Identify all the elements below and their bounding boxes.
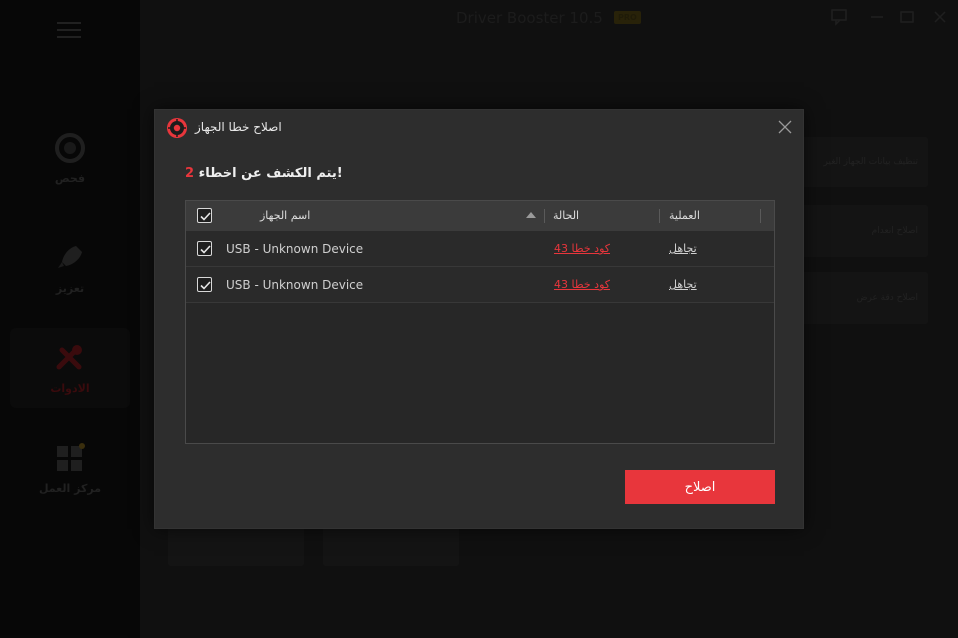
dialog-title: اصلاح خطا الجهاز bbox=[195, 120, 282, 134]
select-all-checkbox[interactable] bbox=[197, 208, 212, 223]
row-checkbox[interactable] bbox=[197, 241, 212, 256]
row-checkbox[interactable] bbox=[197, 277, 212, 292]
column-header-status[interactable]: الحالة bbox=[553, 209, 579, 222]
error-code-link[interactable]: كود خطا 43 bbox=[554, 278, 610, 291]
dialog-header: اصلاح خطا الجهاز bbox=[155, 110, 803, 146]
fix-button[interactable]: اصلاح bbox=[625, 470, 775, 504]
close-icon[interactable] bbox=[777, 119, 793, 135]
detected-errors-heading: !يتم الكشف عن اخطاء 2 bbox=[185, 166, 343, 181]
device-error-table: اسم الجهاز الحالة العملية USB - Unknown … bbox=[185, 200, 775, 444]
detected-errors-count: 2 bbox=[185, 166, 195, 181]
column-header-action[interactable]: العملية bbox=[669, 209, 700, 222]
column-divider bbox=[544, 209, 545, 223]
column-divider bbox=[659, 209, 660, 223]
column-divider bbox=[760, 209, 761, 223]
ignore-link[interactable]: تجاهل bbox=[669, 242, 697, 255]
detected-errors-text: !يتم الكشف عن اخطاء bbox=[198, 166, 343, 181]
sort-ascending-icon[interactable] bbox=[526, 212, 536, 218]
driver-booster-logo-icon bbox=[166, 117, 188, 139]
error-code-link[interactable]: كود خطا 43 bbox=[554, 242, 610, 255]
table-header: اسم الجهاز الحالة العملية bbox=[186, 201, 774, 231]
ignore-link[interactable]: تجاهل bbox=[669, 278, 697, 291]
device-name: USB - Unknown Device bbox=[226, 278, 364, 292]
device-name: USB - Unknown Device bbox=[226, 242, 364, 256]
column-header-device-name[interactable]: اسم الجهاز bbox=[260, 209, 310, 222]
table-row: USB - Unknown Device كود خطا 43 تجاهل bbox=[186, 231, 774, 267]
table-row: USB - Unknown Device كود خطا 43 تجاهل bbox=[186, 267, 774, 303]
fix-device-error-dialog: اصلاح خطا الجهاز !يتم الكشف عن اخطاء 2 ا… bbox=[154, 109, 804, 529]
